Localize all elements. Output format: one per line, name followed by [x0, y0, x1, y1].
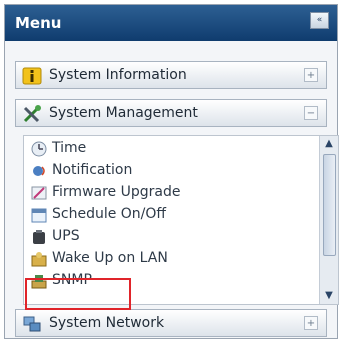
collapse-icon[interactable]: «	[310, 12, 329, 29]
menu-item-label: Firmware Upgrade	[52, 184, 181, 200]
tools-icon	[23, 105, 41, 123]
section-system-management[interactable]: System Management −	[15, 99, 327, 127]
menu-title: Menu	[15, 14, 62, 32]
network-icon	[23, 316, 41, 332]
section-label: System Management	[49, 105, 198, 121]
menu-header: Menu «	[5, 5, 337, 41]
scroll-down-icon[interactable]: ▼	[320, 288, 338, 304]
expand-icon[interactable]: +	[304, 68, 318, 82]
scrollbar-thumb[interactable]	[323, 154, 336, 256]
menu-item-label: Schedule On/Off	[52, 206, 167, 222]
notification-icon	[33, 166, 45, 176]
menu-item-firmware-upgrade[interactable]: Firmware Upgrade	[30, 182, 320, 204]
menu-item-label: UPS	[52, 228, 80, 244]
wake-on-lan-icon	[31, 252, 47, 267]
schedule-icon	[31, 208, 47, 223]
section-system-information[interactable]: System Information +	[15, 61, 327, 89]
section-system-network[interactable]: System Network +	[15, 309, 327, 337]
ups-icon	[33, 230, 45, 244]
firmware-icon	[31, 186, 47, 200]
clock-icon	[31, 141, 47, 157]
section-label: System Information	[49, 67, 187, 83]
menu-item-wake-up-on-lan[interactable]: Wake Up on LAN	[30, 248, 320, 270]
menu-item-time[interactable]: Time	[30, 138, 320, 160]
menu-panel: Menu « System Information + System Manag…	[4, 4, 339, 339]
menu-item-schedule-on-off[interactable]: Schedule On/Off	[30, 204, 320, 226]
info-icon	[22, 67, 42, 85]
scroll-up-icon[interactable]: ▲	[320, 136, 338, 152]
menu-item-label: Wake Up on LAN	[52, 250, 168, 266]
section-label: System Network	[49, 315, 165, 331]
menu-item-notification[interactable]: Notification	[30, 160, 320, 182]
menu-item-label: Time	[52, 140, 87, 156]
list-scrollbar[interactable]: ▲ ▼	[319, 136, 338, 304]
collapse-section-icon[interactable]: −	[304, 106, 318, 120]
menu-item-label: Notification	[52, 162, 133, 178]
menu-item-ups[interactable]: UPS	[30, 226, 320, 248]
expand-icon[interactable]: +	[304, 316, 318, 330]
snmp-highlight-box	[25, 278, 131, 310]
